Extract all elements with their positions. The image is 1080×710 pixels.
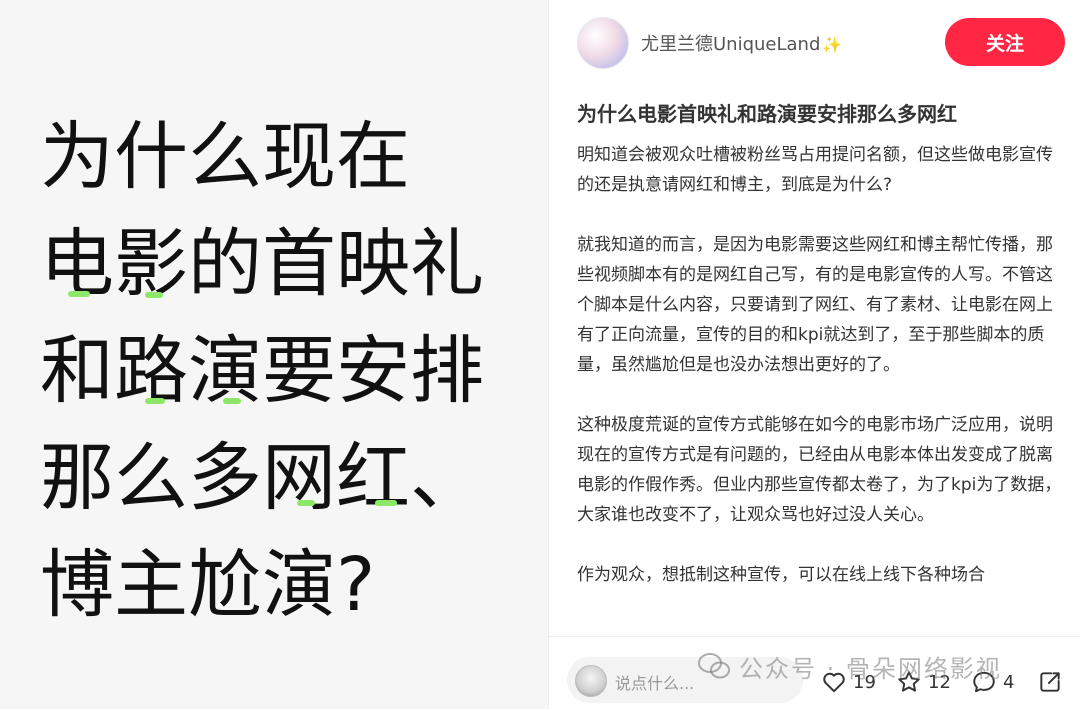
favorite-count: 12 [928, 671, 951, 693]
post-detail-panel: 尤里兰德UniqueLand ✨ 关注 为什么电影首映礼和路演要安排那么多网红 明… [549, 0, 1080, 710]
author-avatar[interactable] [577, 17, 629, 69]
highlight-mark [145, 292, 163, 298]
comment-placeholder: 说点什么... [615, 674, 695, 693]
post-paragraph: 明知道会被观众吐槽被粉丝骂占用提问名额，但这些做电影宣传的还是执意请网红和博主，… [577, 145, 1053, 195]
comment-button[interactable]: 4 [971, 667, 1014, 697]
star-icon [898, 671, 920, 692]
highlight-mark [223, 398, 241, 404]
cover-title: 为什么现在 电影的首映礼 和路演要安排 那么多网红、 博主尬演? [40, 104, 540, 639]
post-paragraph: 这种极度荒诞的宣传方式能够在如今的电影市场广泛应用，说明现在的宣传方式是有问题的… [577, 415, 1062, 525]
comment-count: 4 [1003, 671, 1015, 693]
cover-title-line: 为什么现在 [40, 114, 410, 200]
engagement-bar: 说点什么... 19 12 4 [549, 636, 1080, 710]
comment-bubble-icon [973, 671, 995, 693]
highlight-mark [68, 291, 90, 297]
post-paragraph: 就我知道的而言，是因为电影需要这些网红和博主帮忙传播，那些视频脚本有的是网红自己… [577, 235, 1053, 375]
author-name[interactable]: 尤里兰德UniqueLand ✨ [641, 30, 842, 56]
highlight-mark [297, 500, 315, 506]
current-user-avatar [575, 665, 607, 697]
highlight-mark [375, 500, 397, 506]
cover-title-line: 电影的首映礼 [40, 221, 484, 307]
post-header: 尤里兰德UniqueLand ✨ 关注 [549, 0, 1080, 84]
post-title: 为什么电影首映礼和路演要安排那么多网红 [577, 102, 957, 126]
favorite-button[interactable]: 12 [896, 667, 951, 697]
heart-icon [823, 672, 845, 693]
author-name-text: 尤里兰德UniqueLand [641, 34, 821, 55]
comment-input[interactable]: 说点什么... [567, 657, 803, 703]
cover-title-line: 那么多网红、 [40, 435, 484, 521]
cover-title-line: 博主尬演? [40, 542, 376, 628]
like-count: 19 [853, 671, 876, 693]
share-icon [1040, 672, 1060, 692]
post-content[interactable]: 为什么电影首映礼和路演要安排那么多网红 明知道会被观众吐槽被粉丝骂占用提问名额，… [577, 98, 1065, 638]
highlight-mark [145, 398, 165, 404]
like-button[interactable]: 19 [821, 667, 876, 697]
post-paragraph: 作为观众，想抵制这种宣传，可以在线上线下各种场合 [577, 565, 985, 585]
sparkle-icon: ✨ [822, 35, 843, 54]
cover-title-line: 和路演要安排 [40, 328, 484, 414]
post-cover-image[interactable]: 为什么现在 电影的首映礼 和路演要安排 那么多网红、 博主尬演? [0, 0, 548, 709]
share-button[interactable] [1037, 667, 1063, 697]
follow-button[interactable]: 关注 [945, 18, 1065, 66]
